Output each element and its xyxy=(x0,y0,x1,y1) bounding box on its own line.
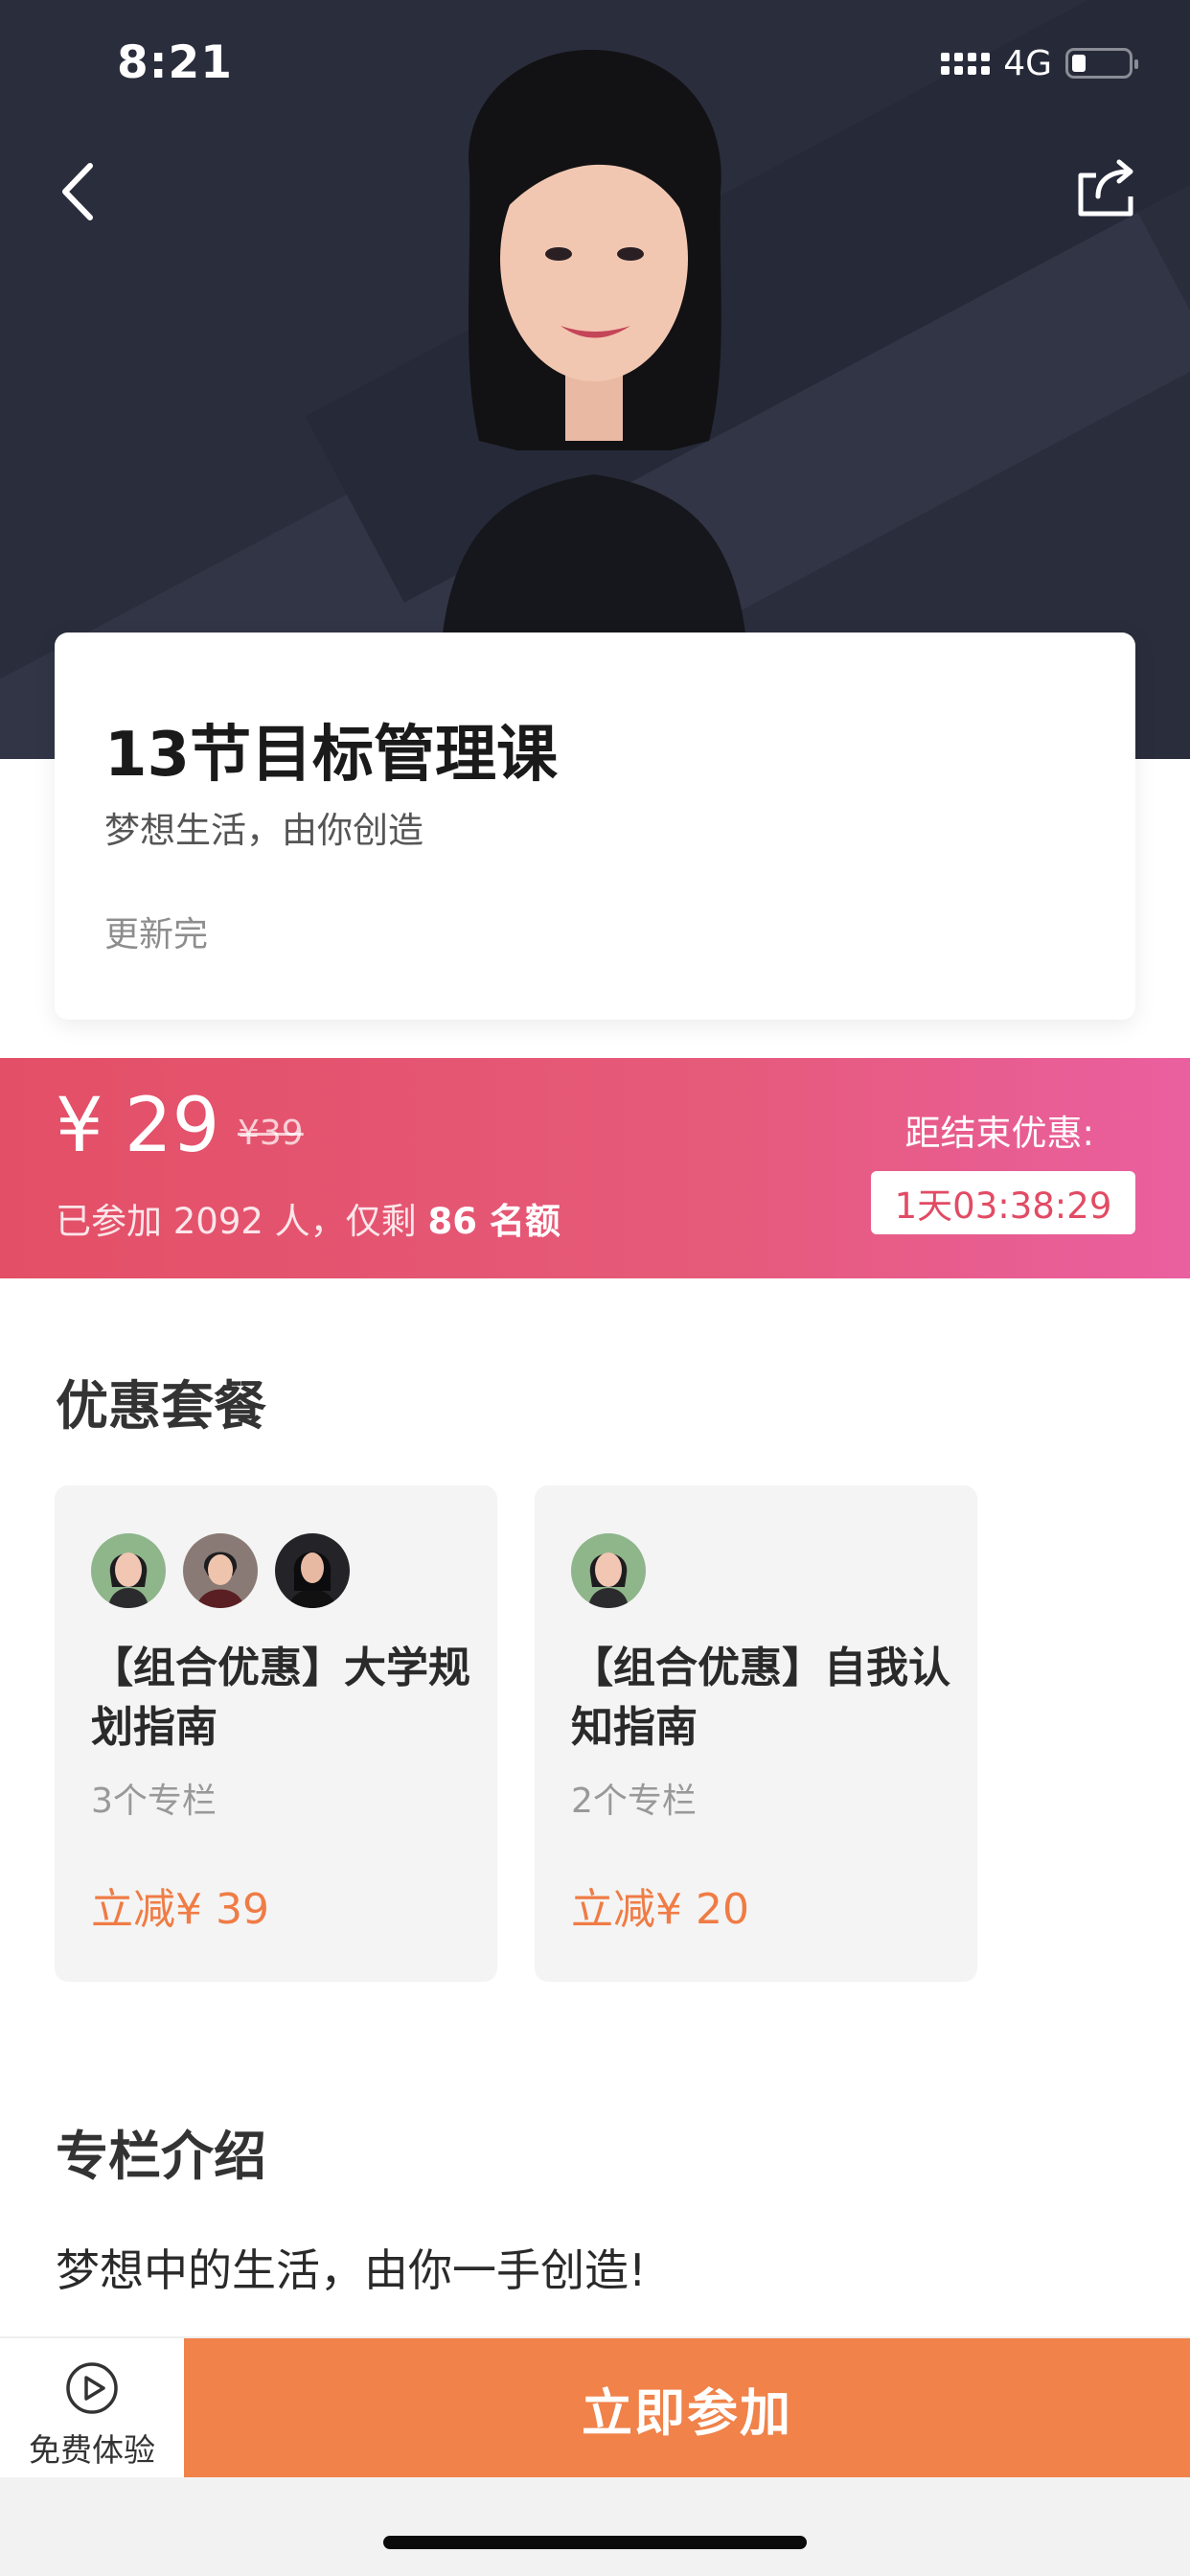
countdown-timer: 1天03:38:29 xyxy=(871,1171,1135,1234)
share-icon[interactable] xyxy=(1075,158,1136,219)
original-price: ¥39 xyxy=(238,1114,304,1153)
participants-text: 已参加 2092 人，仅剩 86 名额 xyxy=(56,1192,561,1244)
home-indicator[interactable] xyxy=(383,2536,807,2549)
status-bar: 8:21 4G xyxy=(0,0,1190,129)
package-title: 【组合优惠】大学规划指南 xyxy=(91,1644,470,1752)
package-avatars xyxy=(91,1533,350,1608)
course-update-status: 更新完 xyxy=(104,915,209,954)
join-now-button[interactable]: 立即参加 xyxy=(184,2338,1190,2479)
countdown-label: 距结束优惠: xyxy=(904,1113,1094,1154)
packages-section-title: 优惠套餐 xyxy=(56,1375,267,1437)
instructor-avatar xyxy=(183,1533,258,1608)
free-trial-label: 免费体验 xyxy=(29,2431,155,2469)
package-column-count: 2个专栏 xyxy=(571,1782,697,1821)
package-avatars xyxy=(571,1533,646,1608)
network-label: 4G xyxy=(1003,43,1052,83)
instructor-avatar xyxy=(275,1533,350,1608)
package-card[interactable]: 【组合优惠】自我认知指南 2个专栏 立减¥ 20 xyxy=(535,1485,977,1982)
package-card[interactable]: 【组合优惠】大学规划指南 3个专栏 立减¥ 39 xyxy=(55,1485,497,1982)
intro-section-title: 专栏介绍 xyxy=(56,2126,267,2187)
instructor-avatar xyxy=(91,1533,166,1608)
back-icon[interactable] xyxy=(56,158,103,225)
participants-count: 已参加 2092 人，仅剩 xyxy=(56,1201,428,1242)
home-indicator-area xyxy=(0,2477,1190,2576)
promo-banner: ¥ 29 ¥39 已参加 2092 人，仅剩 86 名额 距结束优惠: 1天03… xyxy=(0,1058,1190,1278)
free-trial-button[interactable]: 免费体验 xyxy=(0,2338,184,2479)
price-value: 29 xyxy=(125,1083,220,1169)
instructor-portrait xyxy=(441,49,747,652)
package-discount: 立减¥ 39 xyxy=(91,1885,269,1934)
battery-icon xyxy=(1065,48,1138,79)
remaining-seats: 86 xyxy=(427,1201,477,1242)
price-currency: ¥ xyxy=(56,1083,103,1169)
instructor-avatar xyxy=(571,1533,646,1608)
remaining-suffix: 名额 xyxy=(476,1201,561,1242)
package-discount: 立减¥ 20 xyxy=(571,1885,749,1934)
course-subtitle: 梦想生活，由你创造 xyxy=(104,810,423,851)
bottom-action-bar: 免费体验 立即参加 xyxy=(0,2336,1190,2479)
course-info-card: 13节目标管理课 梦想生活，由你创造 更新完 xyxy=(55,632,1135,1020)
play-circle-icon xyxy=(66,2362,118,2414)
status-time: 8:21 xyxy=(117,36,233,89)
cellular-signal-icon xyxy=(941,52,991,75)
package-column-count: 3个专栏 xyxy=(91,1782,217,1821)
intro-text: 梦想中的生活，由你一手创造! xyxy=(56,2244,647,2296)
package-title: 【组合优惠】自我认知指南 xyxy=(571,1644,950,1752)
course-title: 13节目标管理课 xyxy=(104,720,559,791)
status-indicators: 4G xyxy=(941,42,1138,84)
